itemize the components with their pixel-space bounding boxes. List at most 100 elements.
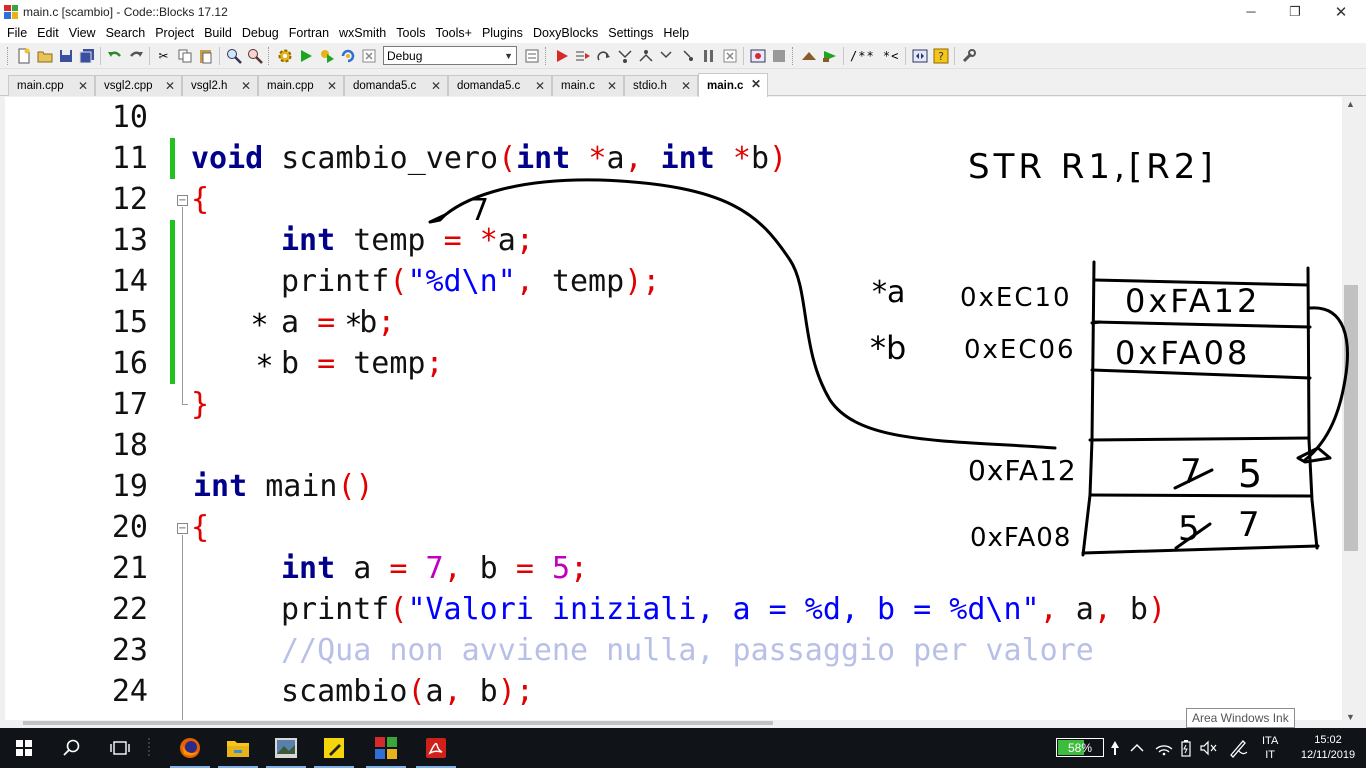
horizontal-scrollbar[interactable]	[5, 720, 1342, 726]
doxyblocks-preferences-icon[interactable]	[958, 46, 979, 66]
close-button[interactable]: ✕	[1318, 0, 1364, 23]
html-docs-icon[interactable]	[909, 46, 930, 66]
input-language[interactable]: ITA IT	[1262, 728, 1278, 768]
build-options-icon[interactable]	[521, 46, 542, 66]
codeblocks-icon[interactable]	[362, 728, 410, 768]
menu-build[interactable]: Build	[199, 26, 237, 40]
step-into-icon[interactable]	[614, 46, 635, 66]
toolbar-grip[interactable]	[792, 46, 795, 65]
scroll-up-icon[interactable]: ▲	[1346, 99, 1355, 109]
new-file-icon[interactable]	[13, 46, 34, 66]
tab-close-icon[interactable]: ✕	[241, 79, 251, 93]
scrollbar-thumb[interactable]	[23, 721, 773, 725]
menu-plugins[interactable]: Plugins	[477, 26, 528, 40]
wifi-icon[interactable]	[1155, 728, 1173, 768]
rebuild-icon[interactable]	[337, 46, 358, 66]
tab-close-icon[interactable]: ✕	[165, 79, 175, 93]
stop-debugger-icon[interactable]	[719, 46, 740, 66]
tab-close-icon[interactable]: ✕	[607, 79, 617, 93]
step-into-instruction-icon[interactable]	[677, 46, 698, 66]
menu-tools-plus[interactable]: Tools+	[430, 26, 476, 40]
task-view-icon[interactable]	[96, 728, 144, 768]
tab-domanda5-c-2[interactable]: domanda5.c ✕	[448, 75, 552, 96]
acrobat-reader-icon[interactable]	[412, 728, 460, 768]
tab-domanda5-c[interactable]: domanda5.c ✕	[344, 75, 448, 96]
toolbar-grip[interactable]	[545, 46, 548, 65]
copy-icon[interactable]	[174, 46, 195, 66]
build-gear-icon[interactable]	[274, 46, 295, 66]
tab-main-cpp-2[interactable]: main.cpp ✕	[258, 75, 344, 96]
menu-tools[interactable]: Tools	[391, 26, 430, 40]
tab-main-c[interactable]: main.c ✕	[552, 75, 624, 96]
sticky-notes-icon[interactable]	[310, 728, 358, 768]
toolbar-grip[interactable]	[268, 46, 271, 65]
scrollbar-thumb[interactable]	[1344, 285, 1358, 551]
menu-doxyblocks[interactable]: DoxyBlocks	[528, 26, 603, 40]
image-viewer-icon[interactable]	[262, 728, 310, 768]
save-all-icon[interactable]	[76, 46, 97, 66]
battery-indicator[interactable]: 58%	[1056, 738, 1104, 757]
chm-help-icon[interactable]: ?	[930, 46, 951, 66]
clock[interactable]: 15:02 12/11/2019	[1296, 728, 1360, 768]
scroll-down-icon[interactable]: ▼	[1346, 712, 1355, 722]
menu-file[interactable]: File	[0, 26, 32, 40]
abort-icon[interactable]	[358, 46, 379, 66]
menu-help[interactable]: Help	[658, 26, 694, 40]
menu-edit[interactable]: Edit	[32, 26, 64, 40]
tab-vsgl2-cpp[interactable]: vsgl2.cpp ✕	[95, 75, 182, 96]
vertical-scrollbar[interactable]: ▲ ▼	[1342, 97, 1361, 724]
tab-close-icon[interactable]: ✕	[431, 79, 441, 93]
search-icon[interactable]	[48, 728, 96, 768]
restore-button[interactable]: ❐	[1272, 0, 1318, 23]
build-and-run-icon[interactable]	[316, 46, 337, 66]
debug-info-icon[interactable]	[768, 46, 789, 66]
redo-icon[interactable]	[125, 46, 146, 66]
volume-muted-icon[interactable]	[1200, 728, 1218, 768]
find-icon[interactable]	[223, 46, 244, 66]
tab-main-cpp[interactable]: main.cpp ✕	[8, 75, 95, 96]
menu-debug[interactable]: Debug	[237, 26, 284, 40]
windows-start-icon[interactable]	[0, 728, 48, 768]
tab-vsgl2-h[interactable]: vsgl2.h ✕	[182, 75, 258, 96]
toolbar-grip[interactable]	[7, 46, 10, 65]
firefox-icon[interactable]	[166, 728, 214, 768]
debug-windows-icon[interactable]	[747, 46, 768, 66]
debug-run-icon[interactable]	[551, 46, 572, 66]
replace-icon[interactable]	[244, 46, 265, 66]
step-out-icon[interactable]	[635, 46, 656, 66]
battery-tray-icon[interactable]	[1180, 728, 1192, 768]
tab-main-c-active[interactable]: main.c ✕	[698, 73, 768, 97]
code-editor[interactable]: − − 10 11 void scambio_vero(int *a, int *…	[5, 97, 1342, 724]
file-explorer-icon[interactable]	[214, 728, 262, 768]
cut-icon[interactable]: ✂	[153, 46, 174, 66]
chevron-up-icon[interactable]	[1130, 728, 1144, 768]
pen-ink-icon[interactable]	[1228, 728, 1248, 768]
doxy-comment-button[interactable]: /** *<	[847, 49, 902, 63]
menu-fortran[interactable]: Fortran	[284, 26, 334, 40]
doxywizard-icon[interactable]	[798, 46, 819, 66]
minimize-button[interactable]: ─	[1228, 0, 1274, 23]
run-to-cursor-icon[interactable]	[572, 46, 593, 66]
menu-view[interactable]: View	[64, 26, 101, 40]
menu-settings[interactable]: Settings	[603, 26, 658, 40]
open-folder-icon[interactable]	[34, 46, 55, 66]
tab-stdio-h[interactable]: stdio.h ✕	[624, 75, 698, 96]
paste-icon[interactable]	[195, 46, 216, 66]
build-target-select[interactable]: Debug ▼	[383, 46, 517, 65]
tab-close-icon[interactable]: ✕	[535, 79, 545, 93]
undo-icon[interactable]	[104, 46, 125, 66]
next-instruction-icon[interactable]	[656, 46, 677, 66]
tab-close-icon[interactable]: ✕	[681, 79, 691, 93]
save-icon[interactable]	[55, 46, 76, 66]
next-line-icon[interactable]	[593, 46, 614, 66]
menu-project[interactable]: Project	[150, 26, 199, 40]
battery-saver-icon[interactable]	[1110, 728, 1120, 768]
extract-documentation-icon[interactable]	[819, 46, 840, 66]
pause-icon[interactable]	[698, 46, 719, 66]
tab-close-icon[interactable]: ✕	[78, 79, 88, 93]
tab-close-icon[interactable]: ✕	[327, 79, 337, 93]
menu-search[interactable]: Search	[101, 26, 151, 40]
tab-close-icon[interactable]: ✕	[751, 77, 761, 91]
menu-wxsmith[interactable]: wxSmith	[334, 26, 391, 40]
run-icon[interactable]	[295, 46, 316, 66]
